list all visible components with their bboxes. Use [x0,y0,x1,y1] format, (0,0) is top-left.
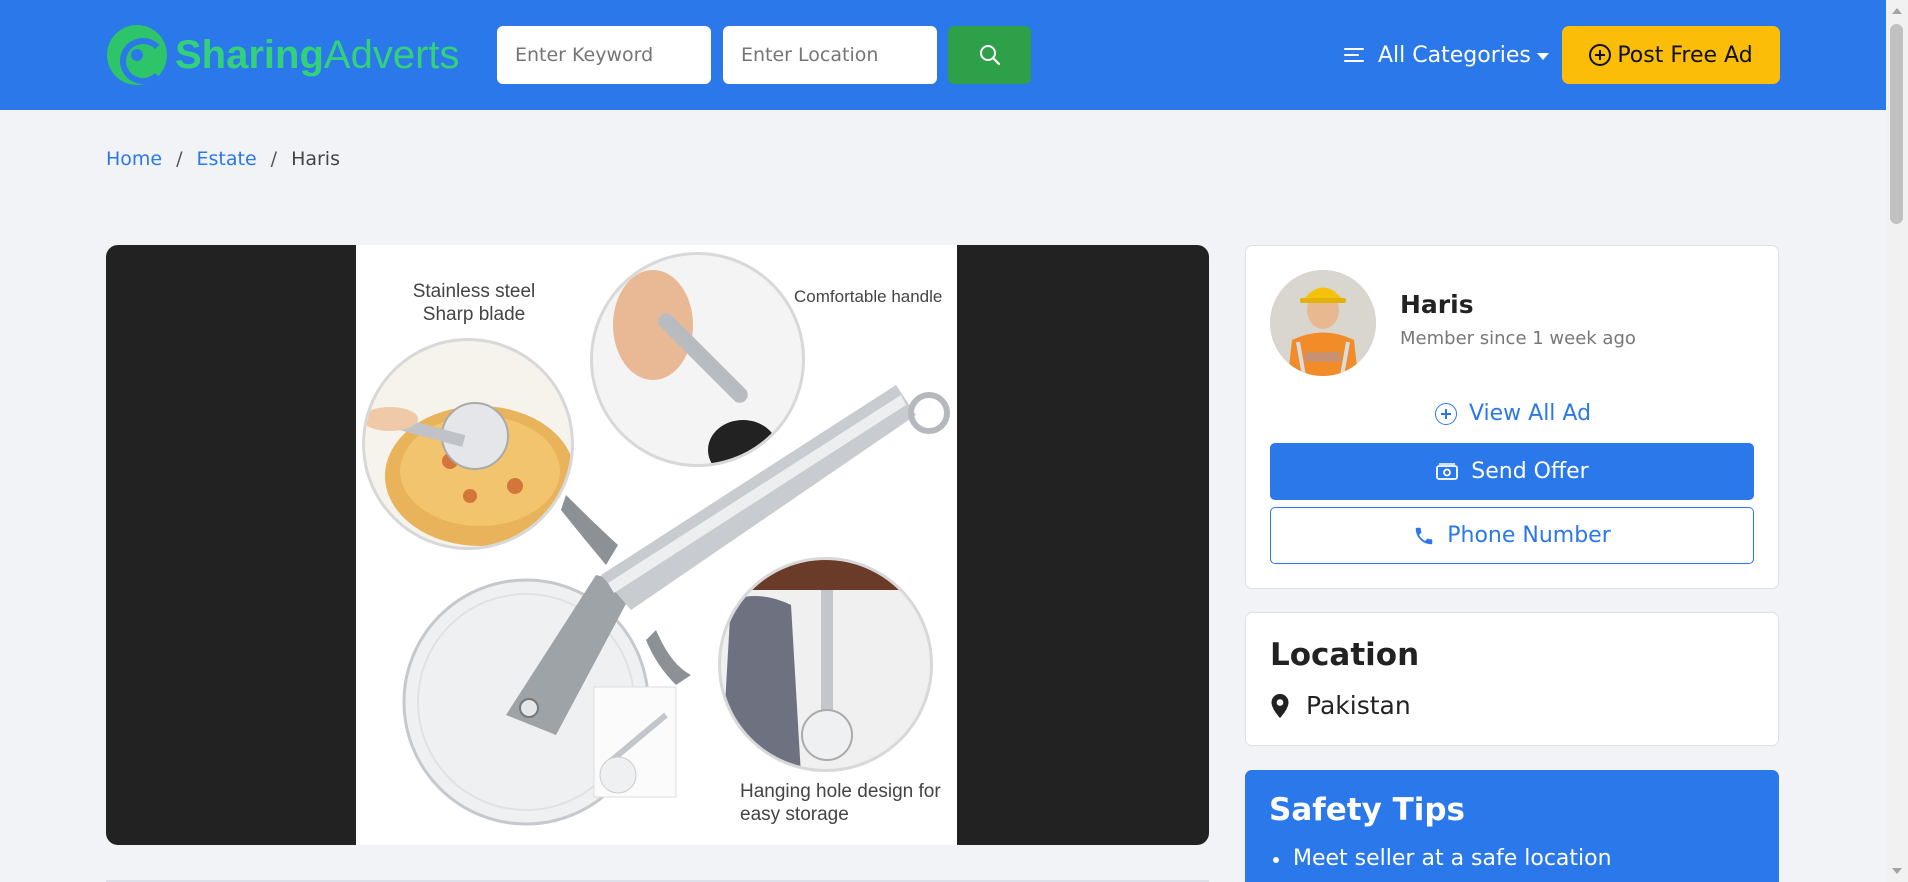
plus-circle-icon [1434,402,1457,425]
menu-lines-icon [1344,47,1366,63]
post-free-ad-button[interactable]: Post Free Ad [1562,26,1780,84]
breadcrumb-separator: / [270,148,278,170]
breadcrumb-category[interactable]: Estate [197,148,257,170]
scroll-thumb[interactable] [1890,24,1903,224]
keyword-input[interactable] [497,26,711,84]
phone-icon [1415,527,1433,544]
avatar-image [1270,270,1376,376]
phone-number-button[interactable]: Phone Number [1270,507,1754,564]
money-icon [1436,462,1459,480]
safety-tips-card: Safety Tips Meet seller at a safe locati… [1245,770,1779,882]
safety-tips-list: Meet seller at a safe location [1269,846,1612,871]
seller-name[interactable]: Haris [1400,290,1474,319]
breadcrumb-separator: / [176,148,183,170]
all-categories-label: All Categories [1378,42,1531,68]
location-card: Location Pakistan [1245,612,1779,746]
search-icon [979,45,1000,66]
plus-circle-icon [1589,44,1612,66]
logo-text-part1: Sharing [175,32,324,77]
post-free-ad-label: Post Free Ad [1617,42,1753,68]
product-image-gallery[interactable]: Stainless steel Sharp blade Comfortable … [106,245,1209,845]
breadcrumb-current: Haris [291,148,340,170]
breadcrumb-home[interactable]: Home [106,148,162,170]
map-pin-icon [1271,693,1289,718]
caret-down-icon [1536,52,1549,60]
logo-icon [107,25,167,85]
seller-avatar[interactable] [1270,270,1376,376]
location-value-row: Pakistan [1270,691,1411,720]
member-since: Member since 1 week ago [1400,328,1636,349]
product-image: Stainless steel Sharp blade Comfortable … [356,245,957,845]
seller-card: Haris Member since 1 week ago View All A… [1245,245,1779,589]
phone-number-label: Phone Number [1447,523,1611,548]
location-input[interactable] [723,26,937,84]
scroll-up-arrow-icon[interactable] [1892,8,1902,14]
view-all-ads-label: View All Ad [1468,401,1592,426]
safety-tip-item: Meet seller at a safe location [1269,846,1612,871]
logo-text-part2: Adverts [323,32,460,77]
scroll-down-arrow-icon[interactable] [1892,868,1902,874]
pizza-cutter-illustration [402,385,950,826]
view-all-ads-link[interactable]: View All Ad [1246,401,1780,426]
breadcrumb: Home / Estate / Haris [106,148,340,170]
search-button[interactable] [948,26,1031,84]
location-value: Pakistan [1306,691,1411,720]
site-logo[interactable]: SharingAdverts [107,24,460,86]
location-title: Location [1270,637,1420,673]
top-navbar: SharingAdverts All Categories Post Free … [0,0,1886,110]
send-offer-button[interactable]: Send Offer [1270,443,1754,500]
logo-text: SharingAdverts [175,33,460,78]
all-categories-dropdown[interactable]: All Categories [1344,36,1549,74]
safety-tips-title: Safety Tips [1269,792,1465,828]
page-scrollbar[interactable] [1886,0,1908,882]
send-offer-label: Send Offer [1471,459,1589,484]
